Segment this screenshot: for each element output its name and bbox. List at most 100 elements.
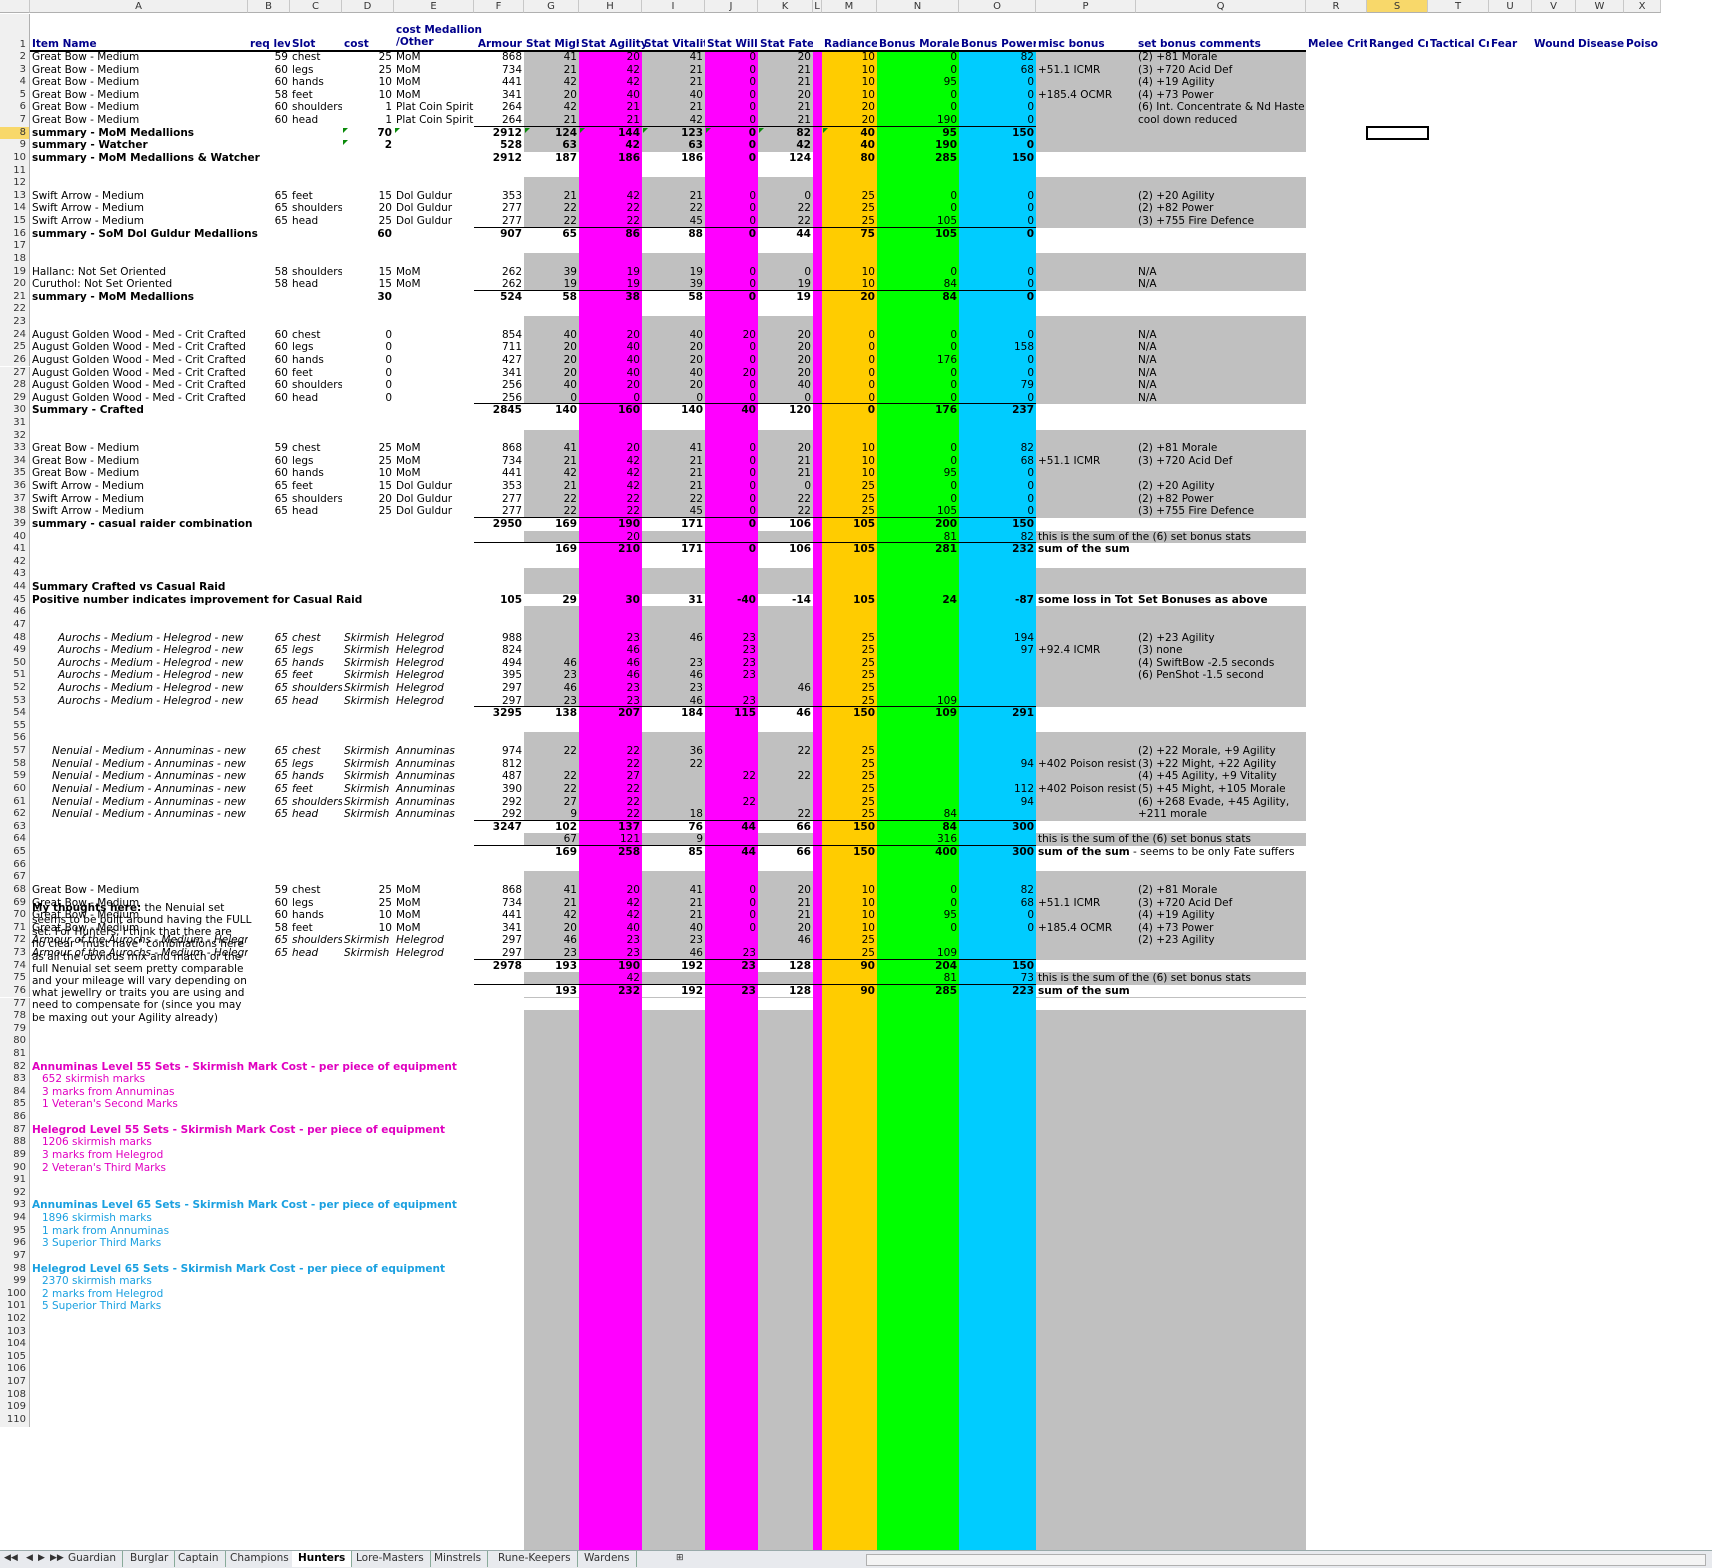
cell-d70[interactable]: 10 <box>342 909 394 922</box>
cell-m36[interactable]: 25 <box>822 480 877 493</box>
column-header-d[interactable]: D <box>342 0 394 13</box>
cell-m7[interactable]: 20 <box>822 114 877 127</box>
cell-b3[interactable]: 60 <box>248 64 290 77</box>
cell-g9[interactable]: 63 <box>524 139 579 152</box>
row-header[interactable]: 57 <box>0 745 30 758</box>
cell-c62[interactable]: head <box>290 808 342 821</box>
row-header[interactable]: 99 <box>0 1275 30 1288</box>
cell-g63[interactable]: 102 <box>524 821 579 834</box>
row-header[interactable]: 71 <box>0 921 30 935</box>
row-header[interactable]: 78 <box>0 1010 30 1023</box>
cell-b48[interactable]: 65 <box>248 632 290 645</box>
cell-i10[interactable]: 186 <box>642 152 705 165</box>
cell-a51[interactable]: Aurochs - Medium - Helegrod - new <box>56 669 248 682</box>
cell-o41[interactable]: 232 <box>959 543 1036 556</box>
cell-o13[interactable]: 0 <box>959 190 1036 203</box>
row-header[interactable]: 20 <box>0 278 30 291</box>
cell-g62[interactable]: 9 <box>524 808 579 821</box>
row-header[interactable]: 80 <box>0 1035 30 1048</box>
cell-f61[interactable]: 292 <box>474 796 524 809</box>
cell-m35[interactable]: 10 <box>822 467 877 480</box>
cell-j50[interactable]: 23 <box>705 657 758 670</box>
row-header[interactable]: 87 <box>0 1123 30 1137</box>
row-header[interactable]: 54 <box>0 707 30 720</box>
column-header-g[interactable]: G <box>524 0 579 13</box>
cell-f5[interactable]: 341 <box>474 89 524 102</box>
cell-g6[interactable]: 42 <box>524 101 579 114</box>
cell-q51[interactable]: (6) PenShot -1.5 second <box>1136 669 1311 682</box>
cell-d49[interactable]: Skirmish <box>342 644 394 657</box>
cell-o54[interactable]: 291 <box>959 707 1036 720</box>
cell-n30[interactable]: 176 <box>877 404 959 417</box>
cell-a36[interactable]: Swift Arrow - Medium <box>30 480 248 493</box>
row-header[interactable]: 62 <box>0 808 30 821</box>
cell-n9[interactable]: 190 <box>877 139 959 152</box>
cell-q13[interactable]: (2) +20 Agility <box>1136 190 1311 203</box>
cell-a61[interactable]: Nenuial - Medium - Annuminas - new <box>50 796 248 809</box>
cell-j7[interactable]: 0 <box>705 114 758 127</box>
cell-g25[interactable]: 20 <box>524 341 579 354</box>
cell-q50[interactable]: (4) SwiftBow -2.5 seconds <box>1136 657 1311 670</box>
cell-h30[interactable]: 160 <box>579 404 642 417</box>
cell-e37[interactable]: Dol Guldur <box>394 493 474 506</box>
cell-c53[interactable]: head <box>290 695 342 708</box>
row-header[interactable]: 18 <box>0 252 30 266</box>
cell-b36[interactable]: 65 <box>248 480 290 493</box>
cell-i29[interactable]: 0 <box>642 392 705 405</box>
cell-o24[interactable]: 0 <box>959 329 1036 342</box>
cell-a6[interactable]: Great Bow - Medium <box>30 101 248 114</box>
cell-f9[interactable]: 528 <box>474 139 524 152</box>
cell-f34[interactable]: 734 <box>474 455 524 468</box>
cell-d73[interactable]: Skirmish <box>342 947 394 960</box>
row-header[interactable]: 59 <box>0 770 30 783</box>
row-header[interactable]: 17 <box>0 240 30 253</box>
row-header[interactable]: 25 <box>0 341 30 354</box>
row-header[interactable]: 60 <box>0 782 30 796</box>
cell-g41[interactable]: 169 <box>524 543 579 556</box>
row-header[interactable]: 86 <box>0 1111 30 1124</box>
cell-c37[interactable]: shoulders <box>290 493 342 506</box>
cell-i21[interactable]: 58 <box>642 291 705 304</box>
cell-d25[interactable]: 0 <box>342 341 394 354</box>
row-header[interactable]: 84 <box>0 1085 30 1099</box>
cell-o48[interactable]: 194 <box>959 632 1036 645</box>
cell-e73[interactable]: Helegrod <box>394 947 474 960</box>
cell-k69[interactable]: 21 <box>758 897 813 910</box>
cell-m71[interactable]: 10 <box>822 922 877 935</box>
cell-q14[interactable]: (2) +82 Power <box>1136 202 1311 215</box>
cell-c69[interactable]: legs <box>290 897 342 910</box>
cell-j63[interactable]: 44 <box>705 821 758 834</box>
row-header[interactable]: 3 <box>0 63 30 77</box>
cell-f27[interactable]: 341 <box>474 367 524 380</box>
row-header[interactable]: 63 <box>0 820 30 834</box>
cell-e13[interactable]: Dol Guldur <box>394 190 474 203</box>
cell-q3[interactable]: (3) +720 Acid Def <box>1136 64 1311 77</box>
cell-h16[interactable]: 86 <box>579 228 642 241</box>
cell-q68[interactable]: (2) +81 Morale <box>1136 884 1311 897</box>
cell-c24[interactable]: chest <box>290 329 342 342</box>
cell-c61[interactable]: shoulders <box>290 796 342 809</box>
cell-f36[interactable]: 353 <box>474 480 524 493</box>
cell-g19[interactable]: 39 <box>524 266 579 279</box>
cell-g53[interactable]: 23 <box>524 695 579 708</box>
cell-e72[interactable]: Helegrod <box>394 934 474 947</box>
cell-k7[interactable]: 21 <box>758 114 813 127</box>
cell-k14[interactable]: 22 <box>758 202 813 215</box>
sheet-tab-wardens[interactable]: Wardens <box>578 1551 637 1567</box>
cell-o36[interactable]: 0 <box>959 480 1036 493</box>
cell-d8[interactable]: 70 <box>342 127 394 140</box>
cell-g71[interactable]: 20 <box>524 922 579 935</box>
cell-o68[interactable]: 82 <box>959 884 1036 897</box>
cell-g24[interactable]: 40 <box>524 329 579 342</box>
cell-k65[interactable]: 66 <box>758 846 813 859</box>
row-header[interactable]: 50 <box>0 656 30 670</box>
column-header-k[interactable]: K <box>758 0 813 13</box>
cell-p3[interactable]: +51.1 ICMR <box>1036 64 1136 77</box>
cell-j76[interactable]: 23 <box>705 985 758 998</box>
cell-k10[interactable]: 124 <box>758 152 813 165</box>
cell-b19[interactable]: 58 <box>248 266 290 279</box>
cell-b20[interactable]: 58 <box>248 278 290 291</box>
cell-g69[interactable]: 21 <box>524 897 579 910</box>
column-header-f[interactable]: F <box>474 0 524 13</box>
cell-q24[interactable]: N/A <box>1136 329 1311 342</box>
